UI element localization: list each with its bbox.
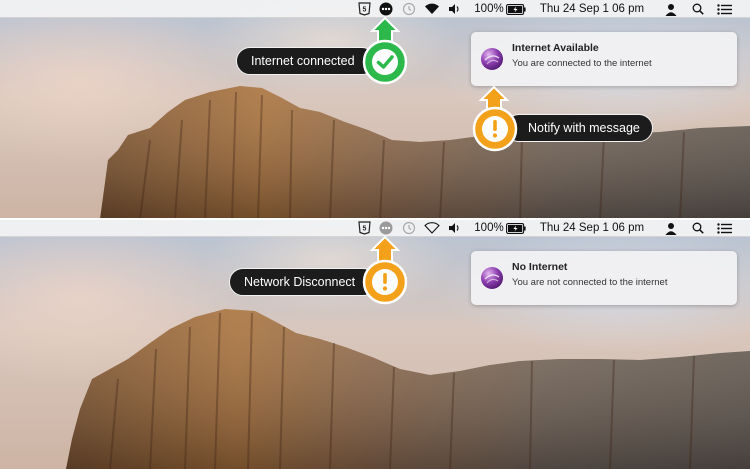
network-app-icon xyxy=(481,267,503,289)
notification-title: No Internet xyxy=(512,261,568,273)
checkmark-icon xyxy=(362,39,408,85)
svg-text:5: 5 xyxy=(362,7,366,14)
html5-icon[interactable]: 5 xyxy=(355,0,373,18)
time-machine-icon[interactable] xyxy=(400,219,418,237)
notification-message: You are connected to the internet xyxy=(512,58,652,69)
spotlight-search-icon[interactable] xyxy=(689,219,707,237)
notification-center-icon[interactable] xyxy=(714,219,734,237)
battery-percent[interactable]: 100% xyxy=(472,0,506,18)
notify-callout-label: Notify with message xyxy=(505,114,653,142)
spotlight-search-icon[interactable] xyxy=(689,0,707,18)
time-machine-icon[interactable] xyxy=(400,0,418,18)
panel-divider xyxy=(0,218,750,220)
clock-datetime[interactable]: Thu 24 Sep 1 06 pm xyxy=(533,219,651,237)
exclamation-icon xyxy=(472,106,518,152)
volume-icon[interactable] xyxy=(446,219,462,237)
notification-banner[interactable]: No Internet You are not connected to the… xyxy=(471,251,737,305)
battery-percent[interactable]: 100% xyxy=(472,219,506,237)
exclamation-icon xyxy=(362,259,408,305)
user-icon[interactable] xyxy=(662,0,680,18)
notification-banner[interactable]: Internet Available You are connected to … xyxy=(471,32,737,86)
desktop-disconnected: 5 100% Thu 24 Sep 1 06 pm Network Discon… xyxy=(0,219,750,469)
status-callout-label: Internet connected xyxy=(236,47,376,75)
wifi-icon[interactable] xyxy=(423,0,441,18)
html5-icon[interactable]: 5 xyxy=(355,219,373,237)
notification-message: You are not connected to the internet xyxy=(512,277,668,288)
svg-text:5: 5 xyxy=(362,226,366,233)
network-status-disconnected-icon[interactable] xyxy=(377,219,395,237)
clock-datetime[interactable]: Thu 24 Sep 1 06 pm xyxy=(533,0,651,18)
status-callout-label: Network Disconnect xyxy=(229,268,377,296)
menu-bar: 5 100% Thu 24 Sep 1 06 pm xyxy=(0,219,750,237)
menu-bar: 5 100% Thu 24 Sep 1 06 pm xyxy=(0,0,750,18)
volume-icon[interactable] xyxy=(446,0,462,18)
notification-center-icon[interactable] xyxy=(714,0,734,18)
user-icon[interactable] xyxy=(662,219,680,237)
battery-icon[interactable] xyxy=(505,219,527,237)
wifi-icon[interactable] xyxy=(423,219,441,237)
notification-title: Internet Available xyxy=(512,42,599,54)
network-app-icon xyxy=(481,48,503,70)
desktop-connected: 5 100% Thu 24 Sep 1 06 pm Internet conne… xyxy=(0,0,750,219)
network-status-connected-icon[interactable] xyxy=(377,0,395,18)
battery-icon[interactable] xyxy=(505,0,527,18)
